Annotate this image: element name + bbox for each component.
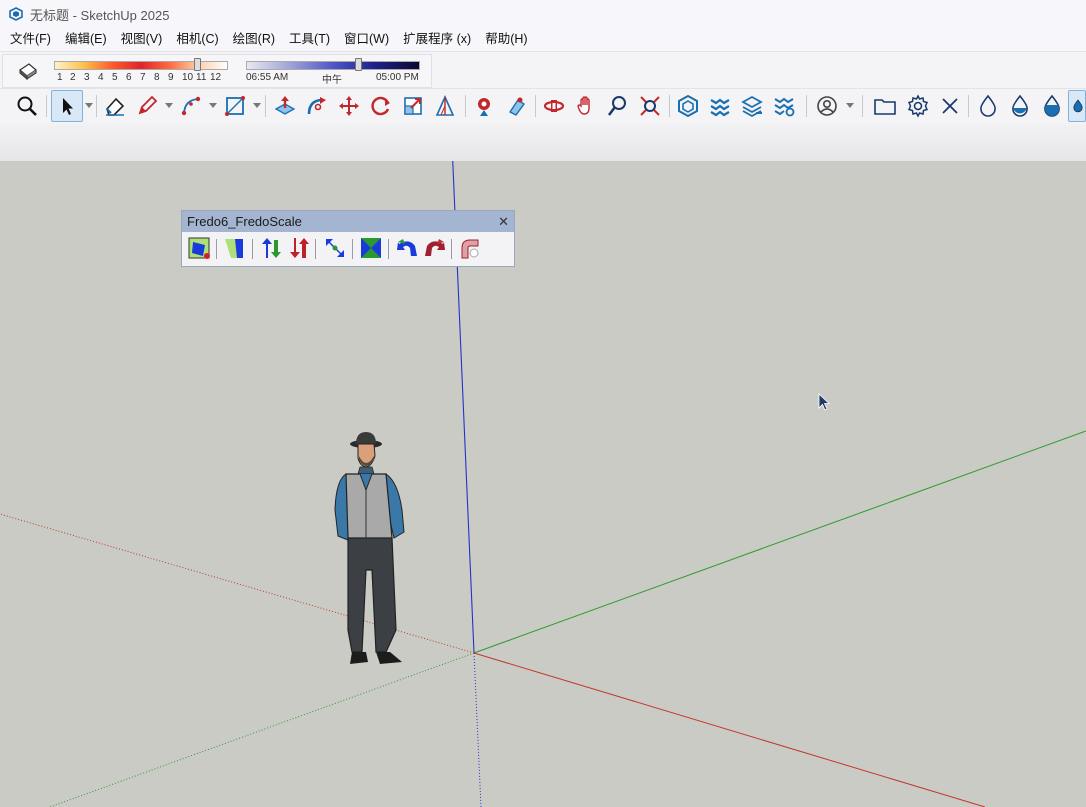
green-axis-positive — [473, 430, 1086, 654]
month-label: 4 — [98, 72, 104, 83]
eraser-icon[interactable] — [99, 90, 131, 122]
extension-manager-icon[interactable] — [768, 90, 800, 122]
close-icon[interactable] — [934, 90, 966, 122]
rotate-right-icon[interactable] — [422, 235, 448, 261]
fredoscale-toolbar-window[interactable]: Fredo6_FredoScale ✕ — [181, 210, 515, 267]
month-label: 12 — [210, 72, 222, 83]
zoom-icon[interactable] — [11, 90, 43, 122]
menu-draw[interactable]: 绘图(R) — [226, 28, 282, 51]
month-label: 7 — [140, 72, 146, 83]
orbit-icon[interactable] — [538, 90, 570, 122]
layers-icon[interactable] — [704, 90, 736, 122]
gear-icon[interactable] — [902, 90, 934, 122]
time-end-label: 05:00 PM — [376, 72, 419, 83]
month-label: 10 — [182, 72, 194, 83]
window-title: 无标题 - SketchUp 2025 — [30, 7, 170, 23]
account-icon[interactable] — [811, 90, 843, 122]
fredoscale-title: Fredo6_FredoScale — [187, 214, 302, 229]
model-viewport[interactable] — [0, 161, 1086, 807]
position-camera-icon[interactable] — [468, 90, 500, 122]
green-axis-negative — [49, 652, 475, 807]
arc-dropdown-icon[interactable] — [209, 103, 217, 108]
water-drop-half-icon[interactable] — [1004, 90, 1036, 122]
pan-hand-icon[interactable] — [570, 90, 602, 122]
stretch-down-icon[interactable] — [286, 235, 312, 261]
pencil-line-icon[interactable] — [131, 90, 163, 122]
water-drop-filled-icon[interactable] — [1036, 90, 1068, 122]
folder-icon[interactable] — [869, 90, 901, 122]
water-drop-active-icon[interactable] — [1068, 90, 1086, 122]
move-icon[interactable] — [333, 90, 365, 122]
fredoscale-tool-row — [182, 232, 514, 266]
protractor-icon[interactable] — [429, 90, 461, 122]
bend-icon[interactable] — [457, 235, 483, 261]
pencil-dropdown-icon[interactable] — [165, 103, 173, 108]
push-pull-icon[interactable] — [269, 90, 301, 122]
scale-figure-person[interactable] — [330, 430, 425, 670]
month-label: 11 — [196, 72, 207, 83]
blue-axis-negative — [473, 652, 482, 807]
radial-stretch-icon[interactable] — [322, 235, 348, 261]
red-axis-positive — [473, 652, 986, 807]
month-tick-labels: 1 2 3 4 5 6 7 8 9 10 11 12 — [57, 72, 224, 83]
rectangle-icon[interactable] — [219, 90, 251, 122]
month-label: 8 — [154, 72, 160, 83]
title-bar: 无标题 - SketchUp 2025 — [0, 0, 1086, 28]
fredoscale-close-button[interactable]: ✕ — [498, 214, 509, 230]
menu-extensions[interactable]: 扩展程序 (x) — [396, 28, 478, 51]
menu-camera[interactable]: 相机(C) — [169, 28, 225, 51]
rectangle-dropdown-icon[interactable] — [253, 103, 261, 108]
axes-layer — [0, 161, 1086, 807]
menu-help[interactable]: 帮助(H) — [478, 28, 534, 51]
tags-icon[interactable] — [736, 90, 768, 122]
menu-file[interactable]: 文件(F) — [0, 28, 58, 51]
month-label: 1 — [57, 72, 63, 83]
shadow-toolbar-row: 1 2 3 4 5 6 7 8 9 10 11 12 06:55 AM 中午 0… — [0, 51, 1086, 88]
menu-window[interactable]: 窗口(W) — [337, 28, 396, 51]
toolbar-dock-strip — [0, 123, 1086, 161]
month-slider-thumb[interactable] — [193, 58, 201, 71]
water-drop-outline-icon[interactable] — [972, 90, 1004, 122]
menu-view[interactable]: 视图(V) — [114, 28, 170, 51]
main-toolbar — [0, 88, 1086, 124]
month-label: 3 — [84, 72, 90, 83]
stretch-up-icon[interactable] — [258, 235, 284, 261]
time-start-label: 06:55 AM — [246, 72, 289, 83]
zoom-window-icon[interactable] — [602, 90, 634, 122]
walk-icon[interactable] — [500, 90, 532, 122]
sketchup-logo-icon — [9, 7, 23, 21]
rotate-left-icon[interactable] — [394, 235, 420, 261]
3d-warehouse-icon[interactable] — [672, 90, 704, 122]
menu-tools[interactable]: 工具(T) — [282, 28, 337, 51]
account-dropdown-icon[interactable] — [846, 103, 854, 108]
scale-icon[interactable] — [397, 90, 429, 122]
month-label: 6 — [126, 72, 132, 83]
select-dropdown-icon[interactable] — [85, 103, 93, 108]
month-label: 5 — [112, 72, 118, 83]
menu-edit[interactable]: 编辑(E) — [58, 28, 114, 51]
tapering-icon[interactable] — [358, 235, 384, 261]
shadow-toggle-icon[interactable] — [17, 61, 39, 81]
rotate-icon[interactable] — [365, 90, 397, 122]
zoom-extents-icon[interactable] — [634, 90, 666, 122]
follow-me-icon[interactable] — [301, 90, 333, 122]
month-label: 2 — [70, 72, 76, 83]
time-noon-label: 中午 — [322, 75, 342, 86]
shear-icon[interactable] — [222, 235, 248, 261]
time-slider-track[interactable] — [246, 61, 420, 70]
select-arrow-icon[interactable] — [51, 90, 83, 122]
fredoscale-title-bar[interactable]: Fredo6_FredoScale ✕ — [182, 211, 514, 232]
mouse-cursor-icon — [818, 393, 831, 411]
arc-icon[interactable] — [175, 90, 207, 122]
menu-bar: 文件(F) 编辑(E) 视图(V) 相机(C) 绘图(R) 工具(T) 窗口(W… — [0, 28, 1086, 51]
month-slider-track[interactable] — [54, 61, 228, 70]
month-label: 9 — [168, 72, 174, 83]
time-slider-thumb[interactable] — [354, 58, 362, 71]
box-scale-icon[interactable] — [186, 235, 212, 261]
shadow-settings-panel: 1 2 3 4 5 6 7 8 9 10 11 12 06:55 AM 中午 0… — [2, 54, 432, 88]
